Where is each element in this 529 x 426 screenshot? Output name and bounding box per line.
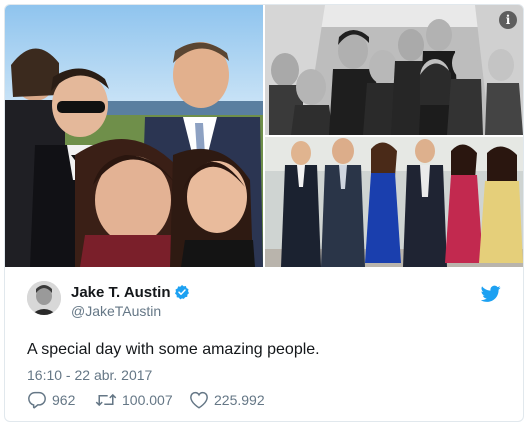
reply-button[interactable]: 962 [27, 391, 75, 409]
tweet-text: A special day with some amazing people. [27, 341, 320, 358]
tweet-card: i Jake T. Austin @JakeTAustin A special … [4, 4, 524, 422]
retweet-arrows-icon [95, 393, 117, 407]
reply-bubble-icon [28, 391, 46, 409]
author-name-row[interactable]: Jake T. Austin [71, 284, 190, 301]
media-grid: i [5, 5, 523, 267]
info-icon[interactable]: i [499, 11, 517, 29]
reply-count: 962 [52, 392, 76, 408]
photo-selfie[interactable] [5, 5, 263, 267]
avatar[interactable] [27, 281, 61, 315]
heart-icon [190, 391, 208, 409]
twitter-bird-icon[interactable] [481, 285, 501, 303]
like-count: 225.992 [214, 392, 265, 408]
retweet-count: 100.007 [122, 392, 173, 408]
photo-photobooth[interactable]: i [265, 5, 523, 135]
tweet-timestamp[interactable]: 16:10 - 22 abr. 2017 [27, 367, 152, 383]
retweet-button[interactable]: 100.007 [95, 391, 173, 409]
author-handle[interactable]: @JakeTAustin [71, 303, 161, 319]
verified-badge-icon [175, 285, 190, 300]
author-name[interactable]: Jake T. Austin [71, 284, 170, 301]
like-button[interactable]: 225.992 [189, 391, 265, 409]
photo-group[interactable] [265, 137, 523, 267]
